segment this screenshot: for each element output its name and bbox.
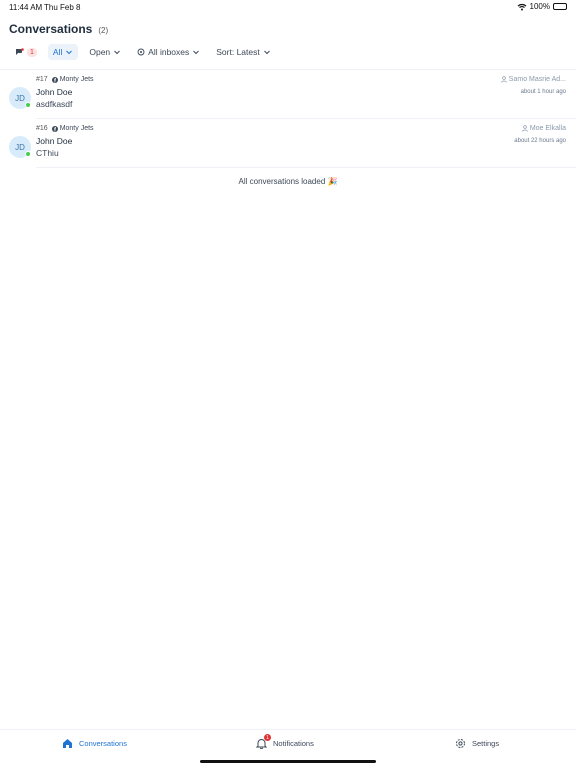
wifi-icon	[517, 3, 526, 10]
gear-icon	[456, 739, 465, 748]
battery-icon	[553, 3, 567, 10]
conversation-count: (2)	[98, 26, 109, 35]
chevron-down-icon	[114, 50, 121, 55]
filter-bar: 1 All Open All inboxes Sort: Latest	[10, 44, 276, 60]
time-ago: about 1 hour ago	[520, 89, 566, 95]
unread-badge: 1	[27, 47, 37, 57]
person-icon	[522, 125, 528, 132]
assignee: Moe Elkalla	[522, 125, 566, 132]
online-status-dot	[25, 151, 31, 157]
conversation-status-label: Open	[89, 47, 111, 57]
assignee: Samo Masrie Ad...	[501, 76, 566, 83]
status-time: 11:44 AM	[9, 3, 43, 12]
online-status-dot	[25, 102, 31, 108]
unread-filter-button[interactable]: 1	[10, 44, 42, 60]
conversation-meta: #16 Monty Jets	[36, 125, 94, 132]
page-header: Conversations (2)	[9, 22, 108, 36]
sort-dropdown[interactable]: Sort: Latest	[211, 44, 275, 60]
assignee-name: Moe Elkalla	[529, 125, 566, 132]
contact-name: John Doe	[36, 136, 73, 146]
conversation-status-dropdown[interactable]: Open	[84, 44, 126, 60]
page-title: Conversations	[9, 22, 93, 36]
conversation-item[interactable]: JD #16 Monty Jets John Doe CThiu Moe Elk…	[0, 119, 576, 168]
whatsapp-icon	[137, 48, 145, 56]
conversation-id: #16	[36, 125, 48, 132]
assignee-name: Samo Masrie Ad...	[508, 76, 566, 83]
conversation-id: #17	[36, 76, 48, 83]
conversation-item[interactable]: JD #17 Monty Jets John Doe asdfkasdf Sam…	[0, 70, 576, 119]
chevron-down-icon	[263, 50, 270, 55]
notifications-badge: 1	[264, 734, 271, 741]
contact-name: John Doe	[36, 87, 73, 97]
status-filter-label: All	[52, 47, 63, 57]
home-indicator	[200, 760, 376, 763]
inbox-label: Monty Jets	[51, 76, 94, 83]
tab-notifications[interactable]: 1 Notifications	[255, 734, 314, 750]
status-filter-dropdown[interactable]: All	[47, 44, 79, 60]
status-bar: 11:44 AM Thu Feb 8 100%	[0, 0, 576, 14]
inbox-label: Monty Jets	[51, 125, 94, 132]
sort-label: Sort: Latest	[216, 47, 260, 57]
home-icon	[63, 739, 72, 748]
status-date: Thu Feb 8	[44, 3, 81, 12]
tab-notifications-label: Notifications	[273, 739, 314, 748]
inbox-filter-label: All inboxes	[148, 47, 190, 57]
inbox-name: Monty Jets	[59, 76, 94, 83]
status-right: 100%	[517, 2, 567, 11]
all-loaded-message: All conversations loaded 🎉	[238, 177, 338, 186]
conversation-meta: #17 Monty Jets	[36, 76, 94, 83]
tab-settings[interactable]: Settings	[455, 738, 499, 749]
chevron-down-icon	[193, 50, 200, 55]
bell-icon-wrap: 1	[255, 734, 271, 750]
battery-percent: 100%	[529, 2, 550, 11]
last-message: CThiu	[36, 148, 59, 158]
time-ago: about 22 hours ago	[514, 138, 566, 144]
chat-bubble-icon	[16, 48, 24, 55]
inbox-filter-dropdown[interactable]: All inboxes	[132, 44, 205, 60]
last-message: asdfkasdf	[36, 99, 73, 109]
tab-settings-label: Settings	[472, 739, 500, 748]
facebook-icon	[51, 125, 58, 132]
tab-conversations[interactable]: Conversations	[62, 738, 127, 749]
row-divider	[36, 167, 576, 168]
tab-conversations-label: Conversations	[79, 739, 127, 748]
person-icon	[501, 76, 507, 83]
facebook-icon	[51, 76, 58, 83]
inbox-name: Monty Jets	[59, 125, 94, 132]
chevron-down-icon	[66, 50, 73, 55]
